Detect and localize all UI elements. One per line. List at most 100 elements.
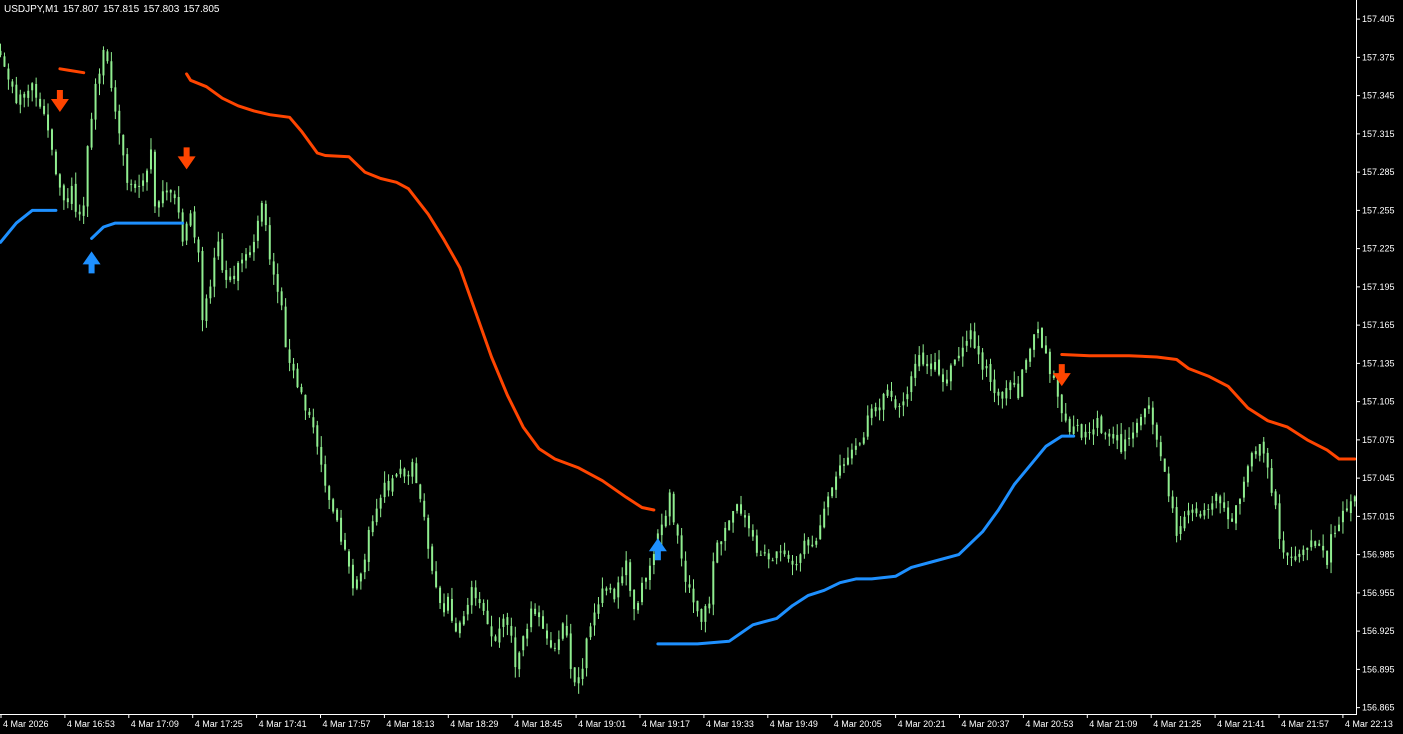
candle-body xyxy=(605,588,608,591)
candle-body xyxy=(502,618,505,627)
candle-body xyxy=(478,599,481,603)
candle-body xyxy=(427,517,430,549)
candle-body xyxy=(340,517,343,542)
candle-body xyxy=(542,616,545,629)
candle-body xyxy=(740,504,743,514)
candle-body xyxy=(1330,534,1333,563)
price-tick-label: 157.195 xyxy=(1362,282,1395,292)
candle-body xyxy=(530,608,533,628)
candle-body xyxy=(803,540,806,555)
candle-body xyxy=(1104,433,1107,435)
candle-body xyxy=(399,468,402,475)
candle-body xyxy=(641,582,644,603)
candle-body xyxy=(953,359,956,365)
candle-body xyxy=(969,330,972,340)
candle-body xyxy=(62,185,65,201)
candle-body xyxy=(510,626,513,636)
candle-body xyxy=(747,515,750,529)
candle-body xyxy=(724,527,727,542)
price-tick-label: 157.015 xyxy=(1362,511,1395,521)
candle-body xyxy=(799,554,802,563)
candle-body xyxy=(0,50,2,56)
candle-body xyxy=(581,668,584,679)
candle-body xyxy=(114,87,117,112)
candle-body xyxy=(743,515,746,518)
candle-body xyxy=(82,205,85,216)
candle-body xyxy=(1310,540,1313,548)
candle-body xyxy=(1080,424,1083,438)
candle-body xyxy=(1235,505,1238,524)
candle-body xyxy=(268,225,271,260)
candle-body xyxy=(648,565,651,581)
candle xyxy=(153,149,156,214)
candle-body xyxy=(15,84,18,104)
candle-body xyxy=(1064,413,1067,421)
low-value: 157.803 xyxy=(143,4,180,15)
candle-body xyxy=(169,189,172,193)
candle-body xyxy=(553,647,556,649)
candle-body xyxy=(534,608,537,615)
candle xyxy=(1080,423,1083,441)
price-chart[interactable]: 157.405 157.375 157.345 157.315 157.285 157.2… xyxy=(0,0,1403,734)
candle-body xyxy=(110,61,113,89)
time-tick-label: 4 Mar 20:37 xyxy=(962,719,1010,729)
candle-body xyxy=(811,544,814,547)
candle-body xyxy=(1132,432,1135,439)
price-tick-label: 157.135 xyxy=(1362,358,1395,368)
candle-body xyxy=(930,363,933,370)
candle-body xyxy=(676,524,679,536)
candle-body xyxy=(454,623,457,632)
candle-body xyxy=(1322,545,1325,551)
candle-body xyxy=(664,515,667,527)
candle-body xyxy=(280,291,283,306)
candle-body xyxy=(98,73,101,84)
price-tick-label: 156.925 xyxy=(1362,626,1395,636)
candle-body xyxy=(1120,434,1123,453)
price-tick-label: 156.865 xyxy=(1362,703,1395,713)
candle-body xyxy=(1044,345,1047,354)
candle-body xyxy=(300,386,303,393)
candle-body xyxy=(1088,432,1091,434)
candle-body xyxy=(19,94,22,105)
candle-body xyxy=(736,504,739,511)
candle-body xyxy=(1151,407,1154,425)
candle-body xyxy=(1001,391,1004,399)
candle-body xyxy=(31,83,34,91)
candle-body xyxy=(557,639,560,650)
candle-body xyxy=(613,588,616,600)
candle-body xyxy=(1306,547,1309,550)
price-tick-label: 157.405 xyxy=(1362,14,1395,24)
candle-body xyxy=(1147,405,1150,409)
candle-body xyxy=(831,487,834,497)
candle-body xyxy=(74,183,77,212)
candle-body xyxy=(1278,503,1281,539)
candle xyxy=(728,520,731,531)
candle-body xyxy=(759,554,762,556)
time-tick-label: 4 Mar 16:53 xyxy=(67,719,115,729)
price-tick-label: 157.255 xyxy=(1362,205,1395,215)
candle-body xyxy=(700,608,703,622)
candle xyxy=(54,149,57,176)
candle-body xyxy=(494,636,497,641)
candle-body xyxy=(248,252,251,256)
candle-body xyxy=(787,554,790,559)
candle-body xyxy=(336,509,339,521)
time-tick-label: 4 Mar 17:25 xyxy=(195,719,243,729)
candle-body xyxy=(419,484,422,499)
candle-body xyxy=(1021,369,1024,397)
candle xyxy=(1100,414,1103,435)
candle-body xyxy=(1096,418,1099,428)
candle-body xyxy=(379,497,382,509)
candle-body xyxy=(450,598,453,621)
candle-body xyxy=(989,364,992,382)
candle-body xyxy=(1143,408,1146,418)
price-tick-label: 157.315 xyxy=(1362,129,1395,139)
candle-body xyxy=(344,539,347,550)
candle-body xyxy=(245,254,248,261)
candle-body xyxy=(688,584,691,588)
candle-body xyxy=(941,374,944,383)
price-tick-label: 157.045 xyxy=(1362,473,1395,483)
candle-body xyxy=(47,114,50,131)
price-tick-label: 157.345 xyxy=(1362,91,1395,101)
candle xyxy=(221,233,224,273)
